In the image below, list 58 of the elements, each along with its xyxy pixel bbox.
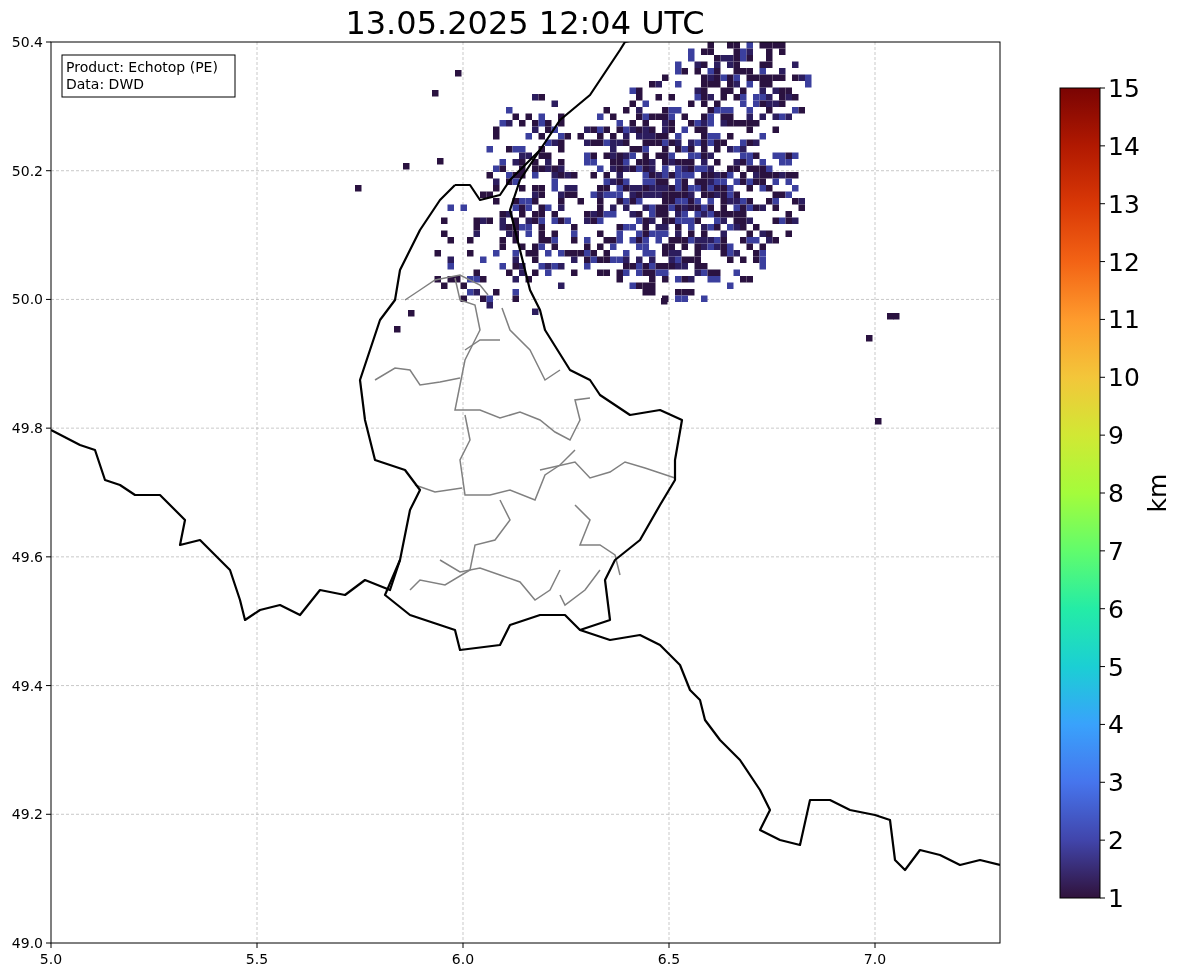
tick-mark [874,942,876,949]
colorbar-tick-label: 13 [1108,189,1140,219]
tick-label: 6.0 [451,951,475,967]
tick-mark [256,942,258,949]
colorbar-tick-label: 2 [1108,826,1124,856]
tick-label: 6.5 [657,951,681,967]
tick-label: 50.0 [11,291,43,308]
tick-mark [1099,376,1106,378]
tick-mark [45,170,52,172]
tick-label: 50.2 [11,162,43,179]
tick-mark [1099,318,1106,320]
tick-label: 49.2 [11,806,43,823]
tick-mark [1099,839,1106,841]
tick-mark [1099,550,1106,552]
colorbar-tick-label: 10 [1108,363,1140,393]
colorbar-tick-label: 8 [1108,479,1124,508]
colorbar-tick-label: 9 [1108,421,1124,451]
tick-mark [1099,666,1106,668]
tick-mark [1099,203,1106,205]
tick-label: 49.8 [11,420,43,437]
tick-mark [462,942,464,949]
tick-mark [1099,434,1106,436]
tick-mark [1099,492,1106,494]
tick-label: 49.0 [11,935,43,951]
colorbar-tick-label: 6 [1108,594,1124,624]
colorbar-tick-label: 14 [1108,131,1140,161]
tick-label: 5.0 [39,951,63,967]
tick-mark [45,556,52,558]
colorbar-tick-label: 11 [1108,305,1140,335]
info-text: Product: Echotop (PE) [66,59,218,75]
tick-mark [45,298,52,300]
tick-label: 7.0 [863,951,887,967]
tick-label: 49.6 [11,548,43,565]
colorbar-tick-label: 3 [1108,768,1124,798]
tick-mark [1099,897,1106,899]
colorbar-tick-label: 15 [1108,74,1140,103]
tick-mark [668,942,670,949]
tick-mark [1099,145,1106,147]
chart-title: 13.05.2025 12:04 UTC [345,4,705,42]
tick-mark [1099,723,1106,725]
tick-label: 5.5 [245,951,269,967]
tick-label: 49.4 [11,677,43,694]
colorbar-label: km [1143,473,1172,513]
tick-mark [45,813,52,815]
tick-mark [45,427,52,429]
colorbar-tick-label: 1 [1108,884,1124,913]
colorbar-tick-label: 5 [1108,652,1124,682]
tick-mark [1099,87,1106,89]
tick-mark [1099,261,1106,263]
tick-mark [1099,608,1106,610]
colorbar-tick-label: 7 [1108,536,1124,566]
colorbar-tick-label: 4 [1108,710,1124,740]
info-text: Data: DWD [66,76,144,92]
tick-label: 50.4 [11,34,43,50]
tick-mark [45,41,52,43]
tick-mark [45,685,52,687]
colorbar-tick-label: 12 [1108,247,1140,277]
tick-mark [1099,781,1106,783]
